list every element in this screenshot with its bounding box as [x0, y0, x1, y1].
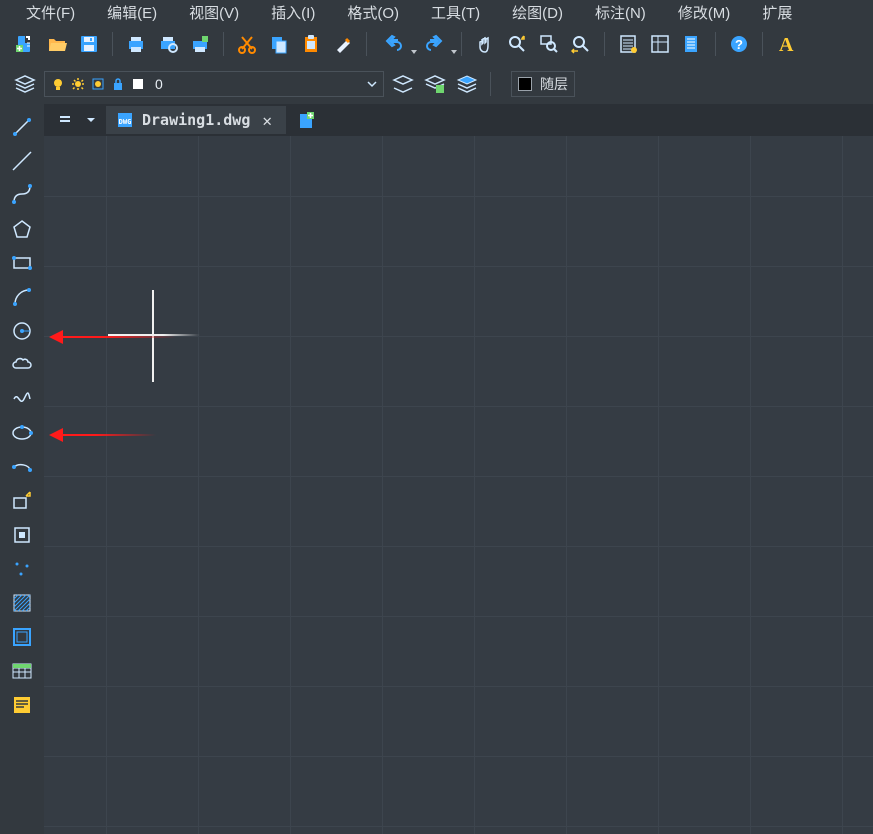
construction-line-tool[interactable] [7, 146, 37, 176]
help-button[interactable]: ? [726, 31, 752, 57]
plot-button[interactable] [187, 31, 213, 57]
region-tool[interactable] [7, 622, 37, 652]
design-center-button[interactable] [647, 31, 673, 57]
cut-button[interactable] [234, 31, 260, 57]
print-button[interactable] [123, 31, 149, 57]
dwg-file-icon: DWG [116, 111, 134, 129]
rectangle-tool[interactable] [7, 248, 37, 278]
undo-button[interactable] [377, 31, 411, 57]
menu-bar: 文件(F) 编辑(E) 视图(V) 插入(I) 格式(O) 工具(T) 绘图(D… [0, 0, 873, 24]
menu-tools[interactable]: 工具(T) [415, 0, 496, 25]
annotation-arrow-2 [56, 434, 156, 436]
circle-tool[interactable] [7, 316, 37, 346]
toolbar-separator [366, 32, 367, 56]
copy-button[interactable] [266, 31, 292, 57]
lock-icon [111, 77, 125, 91]
color-swatch-icon [518, 77, 532, 91]
toolbar-separator [715, 32, 716, 56]
main-area: DWG Drawing1.dwg ✕ [0, 104, 873, 834]
canvas-container: DWG Drawing1.dwg ✕ [44, 104, 873, 834]
table-tool[interactable] [7, 656, 37, 686]
layer-name-label: 0 [155, 76, 163, 92]
match-properties-button[interactable] [330, 31, 356, 57]
layer-state-button[interactable] [422, 71, 448, 97]
draw-toolbox [0, 104, 44, 834]
save-button[interactable] [76, 31, 102, 57]
chevron-down-icon[interactable] [451, 50, 457, 54]
file-tab-label: Drawing1.dwg [142, 111, 250, 129]
toolbar-separator [490, 72, 491, 96]
close-tab-button[interactable]: ✕ [258, 111, 276, 130]
chevron-down-icon[interactable] [367, 79, 377, 89]
menu-file[interactable]: 文件(F) [10, 0, 91, 25]
toolbar-separator [604, 32, 605, 56]
polyline-tool[interactable] [7, 180, 37, 210]
tab-dropdown-button[interactable] [80, 109, 102, 131]
lightbulb-icon [51, 77, 65, 91]
sun-viewport-icon [91, 77, 105, 91]
menu-draw[interactable]: 绘图(D) [496, 0, 579, 25]
svg-text:?: ? [735, 37, 743, 52]
open-button[interactable] [44, 31, 70, 57]
ellipse-tool[interactable] [7, 418, 37, 448]
toolbar-separator [762, 32, 763, 56]
layer-isolate-button[interactable] [454, 71, 480, 97]
menu-extend[interactable]: 扩展 [746, 0, 808, 25]
make-block-tool[interactable] [7, 520, 37, 550]
menu-insert[interactable]: 插入(I) [255, 0, 331, 25]
tab-list-button[interactable] [54, 109, 76, 131]
layer-toolbar: 0 随层 [0, 64, 873, 104]
menu-modify[interactable]: 修改(M) [662, 0, 747, 25]
zoom-window-button[interactable] [536, 31, 562, 57]
revision-cloud-tool[interactable] [7, 350, 37, 380]
redo-button[interactable] [417, 31, 451, 57]
ellipse-arc-tool[interactable] [7, 452, 37, 482]
color-bylayer-dropdown[interactable]: 随层 [511, 71, 575, 97]
toolbar-separator [223, 32, 224, 56]
document-tabbar: DWG Drawing1.dwg ✕ [44, 104, 873, 136]
annotation-arrow-1 [56, 336, 176, 338]
paste-button[interactable] [298, 31, 324, 57]
text-tool-button[interactable]: A [773, 31, 799, 57]
zoom-previous-button[interactable] [568, 31, 594, 57]
layer-manager-button[interactable] [12, 71, 38, 97]
zoom-realtime-button[interactable] [504, 31, 530, 57]
lineweight-square-icon [131, 77, 145, 91]
tool-palettes-button[interactable] [679, 31, 705, 57]
drawing-canvas[interactable] [44, 136, 873, 834]
standard-toolbar: ? A [0, 24, 873, 64]
new-document-button[interactable] [12, 31, 38, 57]
insert-block-tool[interactable] [7, 486, 37, 516]
menu-dimension[interactable]: 标注(N) [579, 0, 662, 25]
properties-button[interactable] [615, 31, 641, 57]
new-tab-button[interactable] [294, 109, 320, 131]
svg-text:DWG: DWG [119, 118, 132, 126]
file-tab-active[interactable]: DWG Drawing1.dwg ✕ [106, 106, 286, 134]
arc-tool[interactable] [7, 282, 37, 312]
pan-button[interactable] [472, 31, 498, 57]
hatch-tool[interactable] [7, 588, 37, 618]
point-tool[interactable] [7, 554, 37, 584]
bylayer-label: 随层 [540, 74, 568, 94]
menu-view[interactable]: 视图(V) [173, 0, 255, 25]
polygon-tool[interactable] [7, 214, 37, 244]
toolbar-separator [461, 32, 462, 56]
toolbar-separator [112, 32, 113, 56]
menu-format[interactable]: 格式(O) [331, 0, 415, 25]
svg-text:A: A [779, 34, 794, 55]
layer-dropdown[interactable]: 0 [44, 71, 384, 97]
layer-previous-button[interactable] [390, 71, 416, 97]
menu-edit[interactable]: 编辑(E) [91, 0, 173, 25]
print-preview-button[interactable] [155, 31, 181, 57]
sun-freeze-icon [71, 77, 85, 91]
spline-tool[interactable] [7, 384, 37, 414]
multiline-text-tool[interactable] [7, 690, 37, 720]
line-tool[interactable] [7, 112, 37, 142]
